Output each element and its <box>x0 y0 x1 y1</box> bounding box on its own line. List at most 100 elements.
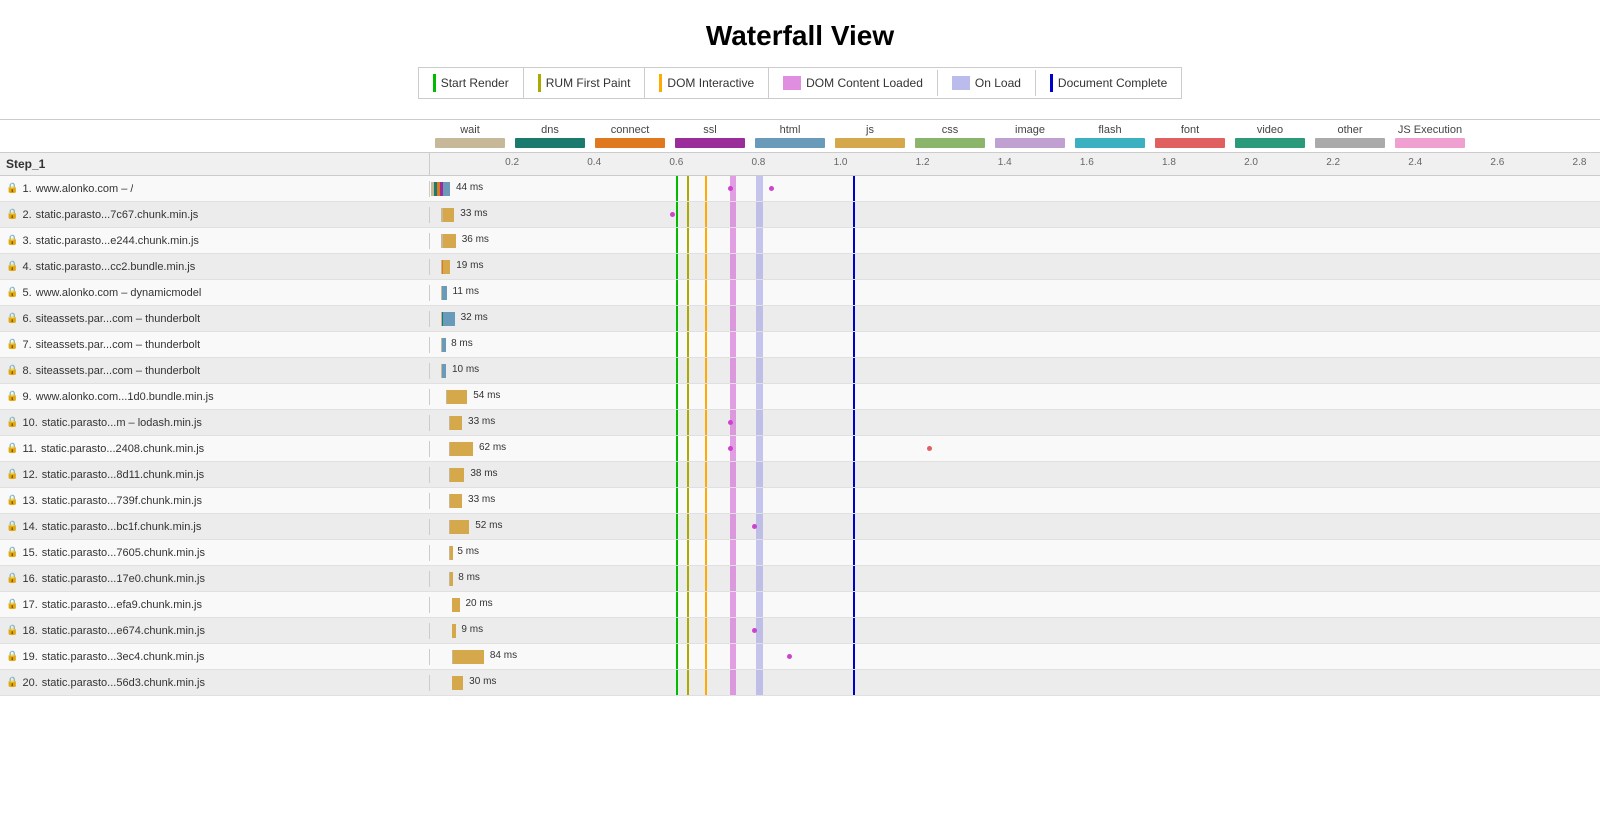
resource-type-item: wait <box>430 122 510 150</box>
marker-line <box>730 280 736 305</box>
lock-icon: 🔒 <box>6 209 18 220</box>
time-label: 30 ms <box>469 676 496 687</box>
marker-line <box>705 566 707 591</box>
marker-line <box>853 280 855 305</box>
lock-icon: 🔒 <box>6 313 18 324</box>
step-label: Step_1 <box>0 153 430 175</box>
marker-line <box>687 618 689 643</box>
resource-type-item: font <box>1150 122 1230 150</box>
dot-marker <box>752 524 757 529</box>
marker-line <box>853 566 855 591</box>
marker-line <box>756 514 762 539</box>
dot-marker <box>752 628 757 633</box>
bar-segment <box>450 416 462 430</box>
row-timeline: 20 ms <box>430 592 1600 617</box>
row-timeline: 10 ms <box>430 358 1600 383</box>
bar-segment <box>452 624 456 638</box>
lock-icon: 🔒 <box>6 339 18 350</box>
bar-segment <box>452 676 463 690</box>
marker-line <box>853 462 855 487</box>
marker-line <box>676 436 678 461</box>
row-timeline: 19 ms <box>430 254 1600 279</box>
bar-segment <box>447 390 467 404</box>
time-label: 62 ms <box>479 442 506 453</box>
legend-item: Start Render <box>419 68 524 98</box>
marker-line <box>687 592 689 617</box>
marker-line <box>676 358 678 383</box>
marker-line <box>705 254 707 279</box>
marker-line <box>853 514 855 539</box>
marker-line <box>853 488 855 513</box>
marker-line <box>756 670 762 695</box>
marker-line <box>676 332 678 357</box>
dot-marker <box>927 446 932 451</box>
marker-line <box>687 488 689 513</box>
time-label: 8 ms <box>458 572 480 583</box>
marker-line <box>676 176 678 201</box>
marker-line <box>705 384 707 409</box>
time-label: 84 ms <box>490 650 517 661</box>
marker-line <box>853 176 855 201</box>
waterfall-container: waitdnsconnectsslhtmljscssimageflashfont… <box>0 119 1600 696</box>
row-label: 🔒3.static.parasto...e244.chunk.min.js <box>0 233 430 249</box>
marker-line <box>730 488 736 513</box>
row-label: 🔒18.static.parasto...e674.chunk.min.js <box>0 623 430 639</box>
marker-line <box>853 592 855 617</box>
marker-line <box>853 202 855 227</box>
bar-segment <box>450 442 473 456</box>
resource-type-item: image <box>990 122 1070 150</box>
marker-line <box>687 332 689 357</box>
marker-line <box>730 644 736 669</box>
marker-line <box>705 462 707 487</box>
marker-line <box>730 618 736 643</box>
marker-line <box>676 410 678 435</box>
marker-line <box>676 670 678 695</box>
marker-line <box>687 280 689 305</box>
row-label: 🔒19.static.parasto...3ec4.chunk.min.js <box>0 649 430 665</box>
marker-line <box>687 410 689 435</box>
marker-line <box>687 254 689 279</box>
marker-line <box>756 254 762 279</box>
time-label: 38 ms <box>470 468 497 479</box>
marker-line <box>853 410 855 435</box>
resource-type-item: flash <box>1070 122 1150 150</box>
row-timeline: 9 ms <box>430 618 1600 643</box>
table-row: 🔒18.static.parasto...e674.chunk.min.js 9 … <box>0 618 1600 644</box>
bar-segment <box>453 650 484 664</box>
lock-icon: 🔒 <box>6 521 18 532</box>
marker-line <box>853 332 855 357</box>
row-timeline: 33 ms <box>430 410 1600 435</box>
marker-line <box>853 228 855 253</box>
marker-line <box>730 306 736 331</box>
lock-icon: 🔒 <box>6 443 18 454</box>
time-label: 36 ms <box>462 234 489 245</box>
table-row: 🔒17.static.parasto...efa9.chunk.min.js20… <box>0 592 1600 618</box>
marker-line <box>705 176 707 201</box>
time-label: 52 ms <box>475 520 502 531</box>
marker-line <box>730 670 736 695</box>
marker-line <box>687 644 689 669</box>
row-timeline: 11 ms <box>430 280 1600 305</box>
marker-line <box>676 384 678 409</box>
marker-line <box>756 540 762 565</box>
row-timeline: 33 ms <box>430 202 1600 227</box>
table-row: 🔒2.static.parasto...7c67.chunk.min.js33 … <box>0 202 1600 228</box>
legend-item: On Load <box>938 70 1036 96</box>
row-timeline: 54 ms <box>430 384 1600 409</box>
table-row: 🔒1.www.alonko.com – /44 ms <box>0 176 1600 202</box>
marker-line <box>756 176 762 201</box>
time-label: 20 ms <box>465 598 492 609</box>
marker-line <box>687 540 689 565</box>
marker-line <box>730 358 736 383</box>
marker-line <box>687 384 689 409</box>
bar-segment <box>450 468 464 482</box>
marker-line <box>705 358 707 383</box>
marker-line <box>853 540 855 565</box>
lock-icon: 🔒 <box>6 235 18 246</box>
row-label: 🔒7.siteassets.par...com – thunderbolt <box>0 337 430 353</box>
table-row: 🔒6.siteassets.par...com – thunderbolt32 … <box>0 306 1600 332</box>
time-label: 9 ms <box>461 624 483 635</box>
resource-type-item: css <box>910 122 990 150</box>
legend: Start RenderRUM First PaintDOM Interacti… <box>418 67 1183 99</box>
row-label: 🔒1.www.alonko.com – / <box>0 181 430 197</box>
